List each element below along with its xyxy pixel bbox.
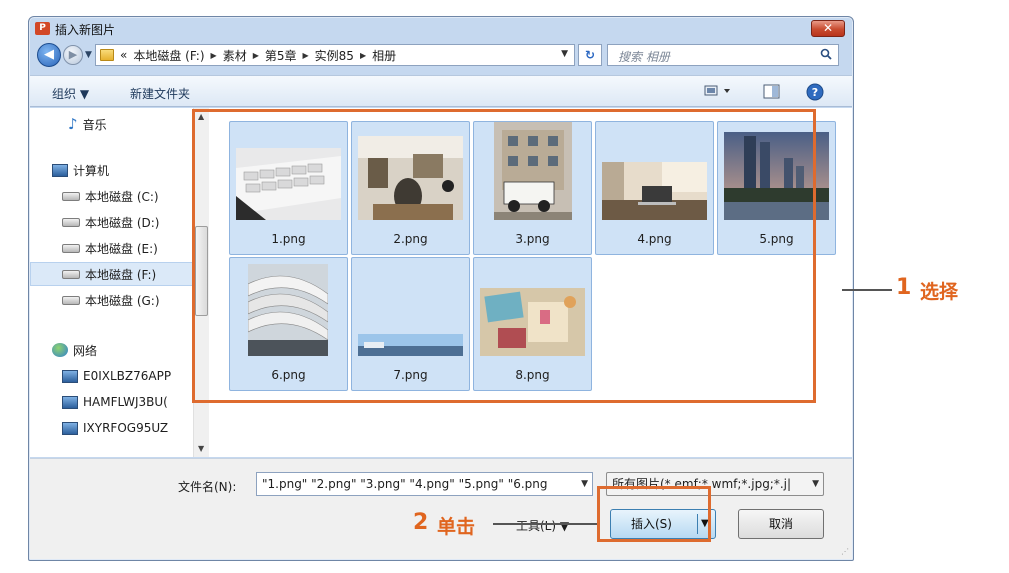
organize-menu[interactable]: 组织 ▼: [52, 85, 89, 102]
folder-icon: [100, 49, 114, 61]
chevron-right-icon[interactable]: ▶: [360, 51, 366, 60]
chevron-right-icon[interactable]: ▶: [303, 51, 309, 60]
annotation-leader-line: [842, 289, 892, 291]
recent-locations-dropdown[interactable]: ▼: [85, 50, 92, 60]
sidebar-item-label: IXYRFOG95UZ: [83, 421, 169, 435]
back-button[interactable]: ◀: [37, 43, 61, 67]
sidebar-item-label: 本地磁盘 (D:): [85, 215, 160, 230]
computer-icon: [62, 369, 78, 383]
preview-pane-icon[interactable]: [762, 83, 782, 101]
chevron-right-icon[interactable]: ▶: [253, 51, 259, 60]
cancel-button[interactable]: 取消: [738, 509, 824, 539]
drive-icon: [62, 191, 80, 201]
breadcrumb-item[interactable]: 实例85: [315, 47, 354, 64]
sidebar-item-label: 本地磁盘 (G:): [85, 293, 160, 308]
file-selection-panel: 文件名(N): "1.png" "2.png" "3.png" "4.png" …: [30, 458, 852, 559]
help-icon[interactable]: ?: [806, 83, 824, 101]
new-folder-button[interactable]: 新建文件夹: [130, 85, 190, 102]
filename-value: "1.png" "2.png" "3.png" "4.png" "5.png" …: [262, 477, 548, 491]
sidebar-item-drive-c[interactable]: 本地磁盘 (C:): [30, 184, 193, 208]
forward-button[interactable]: ▶: [63, 45, 83, 65]
sidebar-item-network-pc[interactable]: IXYRFOG95UZ: [30, 416, 193, 440]
navigation-bar: ◀ ▶ ▼ « 本地磁盘 (F:) ▶ 素材 ▶ 第5章 ▶ 实例85 ▶ 相册…: [29, 41, 853, 71]
computer-icon: [52, 163, 68, 177]
sidebar-item-label: 计算机: [73, 163, 110, 178]
annotation-leader-line: [493, 523, 597, 525]
sidebar-item-label: 网络: [73, 343, 98, 358]
breadcrumb-item[interactable]: 素材: [223, 47, 247, 64]
chevron-down-icon[interactable]: ▼: [581, 473, 588, 495]
sidebar-item-drive-g[interactable]: 本地磁盘 (G:): [30, 288, 193, 312]
breadcrumb-item[interactable]: 本地磁盘 (F:): [133, 47, 204, 64]
resize-grip-icon[interactable]: ⋰: [841, 547, 849, 556]
navigation-pane: ♪ 音乐 计算机 本地磁盘 (C:) 本地磁盘 (D:) 本地磁盘 (E:) 本…: [30, 108, 209, 457]
sidebar-item-drive-f[interactable]: 本地磁盘 (F:): [30, 262, 193, 286]
computer-icon: [62, 395, 78, 409]
powerpoint-app-icon: P: [35, 22, 50, 35]
sidebar-item-label: HAMFLWJ3BU(: [83, 395, 168, 409]
sidebar-item-network[interactable]: 网络: [30, 338, 193, 362]
annotation-step-number: 2: [413, 510, 429, 535]
breadcrumb-overflow[interactable]: «: [120, 48, 127, 62]
scroll-down-icon[interactable]: ▼: [198, 444, 204, 453]
svg-text:?: ?: [812, 86, 818, 99]
change-view-icon[interactable]: [704, 83, 734, 99]
sidebar-item-drive-d[interactable]: 本地磁盘 (D:): [30, 210, 193, 234]
drive-icon: [62, 243, 80, 253]
drive-icon: [62, 217, 80, 227]
dialog-title: 插入新图片: [55, 23, 116, 37]
tools-menu[interactable]: 工具(L) ▼: [516, 517, 569, 534]
annotation-step-text: 单击: [437, 516, 476, 538]
sidebar-item-label: 本地磁盘 (E:): [85, 241, 158, 256]
refresh-button[interactable]: ↻: [578, 44, 602, 66]
sidebar-item-computer[interactable]: 计算机: [30, 158, 193, 182]
filename-field[interactable]: "1.png" "2.png" "3.png" "4.png" "5.png" …: [256, 472, 593, 496]
sidebar-item-label: 本地磁盘 (C:): [85, 189, 159, 204]
sidebar-item-drive-e[interactable]: 本地磁盘 (E:): [30, 236, 193, 260]
music-icon: ♪: [68, 115, 78, 133]
address-bar[interactable]: « 本地磁盘 (F:) ▶ 素材 ▶ 第5章 ▶ 实例85 ▶ 相册 ▼: [95, 44, 575, 66]
title-bar: P 插入新图片 ✕: [29, 17, 853, 39]
annotation-step-text: 选择: [920, 281, 959, 303]
drive-icon: [62, 295, 80, 305]
filename-label: 文件名(N):: [178, 480, 237, 494]
sidebar-item-label: E0IXLBZ76APP: [83, 369, 172, 383]
sidebar-item-music[interactable]: ♪ 音乐: [30, 112, 193, 136]
search-placeholder: 搜索 相册: [618, 50, 670, 64]
sidebar-item-network-pc[interactable]: HAMFLWJ3BU(: [30, 390, 193, 414]
network-icon: [52, 343, 68, 357]
search-icon[interactable]: [820, 48, 832, 60]
sidebar-item-network-pc[interactable]: E0IXLBZ76APP: [30, 364, 193, 388]
annotation-step-number: 1: [896, 275, 912, 300]
files-selection-highlight: [192, 109, 816, 403]
computer-icon: [62, 421, 78, 435]
address-dropdown-icon[interactable]: ▼: [561, 49, 568, 59]
search-input[interactable]: 搜索 相册: [607, 44, 839, 66]
insert-button-highlight: [597, 486, 711, 542]
breadcrumb-item[interactable]: 第5章: [265, 47, 297, 64]
chevron-down-icon[interactable]: ▼: [812, 473, 819, 495]
sidebar-item-label: 本地磁盘 (F:): [85, 267, 157, 282]
command-toolbar: 组织 ▼ 新建文件夹 ?: [30, 75, 852, 107]
tools-label: 工具(L): [516, 519, 557, 533]
breadcrumb-item[interactable]: 相册: [372, 47, 396, 64]
drive-icon: [62, 269, 80, 279]
chevron-right-icon[interactable]: ▶: [211, 51, 217, 60]
sidebar-item-label: 音乐: [82, 117, 107, 132]
close-button[interactable]: ✕: [811, 20, 845, 37]
